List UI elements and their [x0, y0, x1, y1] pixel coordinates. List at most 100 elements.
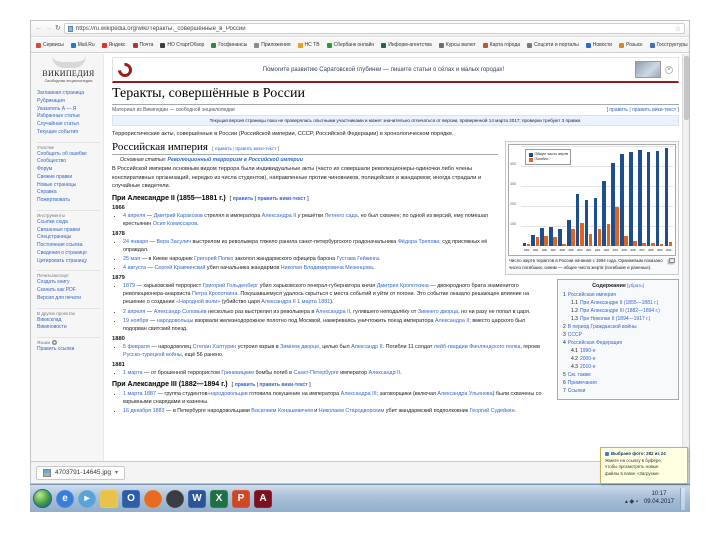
toc-hide-link[interactable]: [убрать]: [626, 283, 644, 288]
sidebar-item[interactable]: Сведения о странице: [37, 250, 100, 258]
wiki-link[interactable]: 1 марта: [297, 299, 317, 305]
edit-link[interactable]: править: [609, 107, 628, 113]
wiki-link[interactable]: Зимнем дворце: [280, 344, 319, 350]
wiki-link[interactable]: Александр Соловьёв: [154, 309, 207, 315]
wiki-link[interactable]: Александра Ульянова: [437, 391, 492, 397]
wiki-link[interactable]: 16 декабря: [123, 408, 151, 414]
sidebar-item[interactable]: Викисклад: [37, 317, 100, 325]
wiki-link[interactable]: 2 апреля: [123, 309, 145, 315]
bookmark-item[interactable]: НО СтартОбзор: [160, 42, 204, 48]
toc-entry[interactable]: 1.2 При Александре III (1882—1894 г.): [563, 307, 673, 315]
wiki-link[interactable]: Вера Засулич: [156, 239, 191, 245]
bookmark-item[interactable]: Карта города: [482, 42, 520, 48]
bookmark-item[interactable]: Госструктуры: [649, 42, 688, 48]
wiki-link[interactable]: Александр II: [351, 344, 382, 350]
acrobat-icon[interactable]: A: [254, 489, 272, 508]
sidebar-item[interactable]: Избранные статьи: [37, 113, 100, 121]
taskbar-clock[interactable]: 10:17 09.04.2017: [641, 491, 677, 506]
wiki-link[interactable]: Георгий Судейкин: [470, 408, 515, 414]
wiki-link[interactable]: Зимнего дворца: [418, 309, 458, 315]
bookmark-item[interactable]: Новости: [585, 42, 612, 48]
toc-entry[interactable]: 6 Примечания: [563, 379, 673, 387]
url-bar[interactable]: https://ru.wikipedia.org/wiki/Теракты,_с…: [63, 23, 685, 34]
wiki-link[interactable]: Летнего сада: [325, 213, 358, 219]
bookmark-star-icon[interactable]: ☆: [675, 25, 681, 33]
bookmark-item[interactable]: Госфинансы: [211, 42, 247, 48]
wiki-link[interactable]: «Народной воли»: [176, 299, 220, 305]
wiki-link[interactable]: 1879: [123, 283, 135, 289]
wiki-link[interactable]: Василием Конашевичем: [251, 408, 312, 414]
start-button[interactable]: [33, 489, 52, 508]
reload-button[interactable]: ↻: [55, 25, 61, 32]
wiki-link[interactable]: Александр II: [369, 370, 400, 376]
toc-entry[interactable]: 4.3 2010-е: [563, 363, 673, 371]
toc-entry[interactable]: 4 Российская Федерация: [563, 339, 673, 347]
edit-link[interactable]: править: [215, 147, 232, 152]
sidebar-item[interactable]: Связанные правки: [37, 227, 100, 235]
wiki-link[interactable]: Русско-турецкой войны: [123, 352, 182, 358]
wiki-link[interactable]: 25 мая: [123, 256, 140, 262]
edit-wikitext-link[interactable]: править вики-текст: [259, 382, 307, 388]
bookmark-item[interactable]: Соцсети и порталы: [527, 42, 579, 48]
toc-entry[interactable]: 1.1 При Александре II (1855—1881 г.): [563, 299, 673, 307]
scrollbar[interactable]: [682, 54, 689, 461]
wiki-link[interactable]: Санкт-Петербурге: [294, 370, 339, 376]
toc-entry[interactable]: 4.2 2000-е: [563, 355, 673, 363]
explorer-folder-icon[interactable]: [100, 489, 118, 508]
wiki-link[interactable]: лейб-гвардии Финляндского полка: [434, 344, 521, 350]
wiki-link[interactable]: 4 августа: [123, 265, 146, 271]
wiki-link[interactable]: народовольцы: [157, 318, 194, 324]
sidebar-item[interactable]: Свежие правки: [37, 174, 100, 182]
edit-link[interactable]: править: [233, 196, 254, 202]
toc-entry[interactable]: 3 СССР: [563, 331, 673, 339]
powerpoint-icon[interactable]: P: [232, 489, 250, 508]
wiki-link[interactable]: 24 января: [123, 239, 148, 245]
wiki-link[interactable]: Николаем Стародворским: [319, 408, 384, 414]
sitenotice-banner[interactable]: Помогите развитию Саратовской глубинки —…: [112, 57, 679, 83]
banner-close-icon[interactable]: ×: [665, 65, 673, 74]
sidebar-item[interactable]: Викиновости: [37, 324, 100, 332]
bookmark-item[interactable]: Сбербанк онлайн: [326, 42, 374, 48]
wiki-link[interactable]: Александра II: [261, 299, 295, 305]
wiki-link[interactable]: Григорий Попко: [194, 256, 233, 262]
wiki-link[interactable]: 1 марта: [123, 391, 143, 397]
toc-entry[interactable]: 2В период Гражданской войны: [563, 323, 673, 331]
enlarge-icon[interactable]: [669, 258, 675, 264]
sidebar-item[interactable]: Форум: [37, 166, 100, 174]
sidebar-item[interactable]: Текущие события: [37, 129, 100, 137]
bookmark-item[interactable]: Розыск: [619, 42, 643, 48]
toc-entry[interactable]: 4.1 1990-е: [563, 347, 673, 355]
bookmark-item[interactable]: Яндекс: [101, 42, 126, 48]
wiki-link[interactable]: 1883: [153, 408, 165, 414]
sidebar-item[interactable]: Скачать как PDF: [37, 287, 100, 295]
download-item[interactable]: 4703791-14645.jpg ▾: [36, 465, 126, 480]
gear-icon[interactable]: [52, 340, 58, 345]
wiki-link[interactable]: Александра III: [341, 391, 377, 397]
bookmark-item[interactable]: Почта: [132, 42, 153, 48]
wiki-link[interactable]: народовольцев: [209, 391, 248, 397]
chart-thumbnail[interactable]: 100 200 300 400 500 1994 1995 1996 1997 1998 1999 2…: [505, 141, 679, 276]
edit-link[interactable]: править: [235, 382, 256, 388]
scrollbar-thumb[interactable]: [684, 56, 689, 120]
bookmark-item[interactable]: Приложения: [254, 42, 291, 48]
sidebar-item[interactable]: Новые страницы: [37, 182, 100, 190]
sidebar-item[interactable]: Случайная статья: [37, 121, 100, 129]
bookmark-item[interactable]: НС ТВ: [297, 42, 320, 48]
wiki-link[interactable]: Фёдора Трепова: [398, 239, 439, 245]
sidebar-item[interactable]: Цитировать страницу: [37, 258, 100, 266]
toc-entry[interactable]: 1.3 При Николае II (1894—1917 г.): [563, 315, 673, 323]
wiki-link[interactable]: Осип Комиссаров: [153, 221, 197, 227]
sidebar-item[interactable]: Спецстраницы: [37, 234, 100, 242]
wiki-link[interactable]: 19 ноября: [123, 318, 148, 324]
sidebar-item[interactable]: Рубрикация: [37, 98, 100, 106]
wiki-link[interactable]: 1887: [144, 391, 156, 397]
download-expand-caret[interactable]: ▾: [115, 469, 118, 476]
wiki-link[interactable]: Сергей Кравчинский: [154, 265, 205, 271]
wiki-link[interactable]: 1 марта: [123, 370, 143, 376]
notification-popup[interactable]: Выбрано фото: 282 из 24 Жмите на ссылку в…: [600, 447, 688, 484]
dark-browser-icon[interactable]: [166, 489, 184, 508]
tray-icon[interactable]: ▪: [636, 499, 638, 505]
show-desktop-button[interactable]: [680, 487, 685, 510]
media-player-icon[interactable]: ▸: [78, 489, 96, 508]
sidebar-item[interactable]: Заглавная страница: [37, 90, 100, 98]
